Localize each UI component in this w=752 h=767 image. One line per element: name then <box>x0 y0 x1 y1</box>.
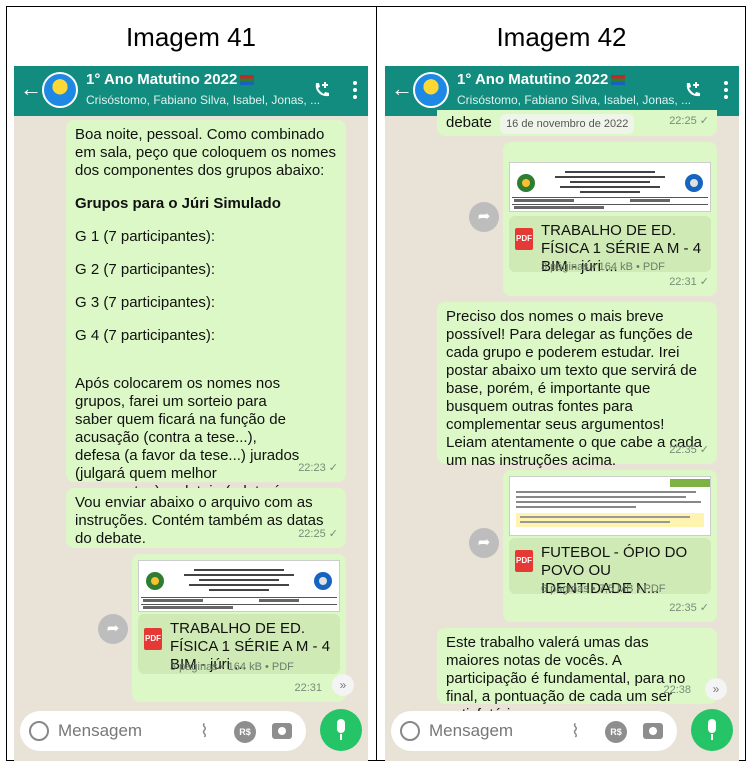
message-time: 22:35 ✓ <box>669 444 709 456</box>
pdf-icon: PDF <box>515 228 533 250</box>
share-icon[interactable]: ➦ <box>469 202 499 232</box>
message-bubble[interactable]: Boa noite, pessoal. Como combinado em sa… <box>66 120 346 518</box>
group-line: G 3 (7 participantes): <box>75 294 216 311</box>
share-icon[interactable]: ➦ <box>98 614 128 644</box>
chat-subtitle[interactable]: Crisóstomo, Fabiano Silva, Isabel, Jonas… <box>457 93 691 107</box>
emoji-icon[interactable] <box>29 721 49 741</box>
document-bubble[interactable]: PDF TRABALHO DE ED. FÍSICA 1 SÉRIE A M -… <box>503 142 717 296</box>
message-time: 22:38 <box>663 684 691 696</box>
share-icon[interactable]: ➦ <box>469 528 499 558</box>
group-line: G 2 (7 participantes): <box>75 261 216 278</box>
document-row[interactable]: PDF TRABALHO DE ED. FÍSICA 1 SÉRIE A M -… <box>138 614 340 674</box>
paperclip-icon[interactable]: ⌇ <box>571 721 580 742</box>
group-avatar[interactable] <box>42 72 78 108</box>
document-meta: 3 páginas • 164 kB • PDF <box>170 661 294 673</box>
back-arrow-icon[interactable]: ← <box>391 78 413 100</box>
add-call-icon[interactable] <box>683 80 703 100</box>
chat-title[interactable]: 1° Ano Matutino 2022 <box>86 71 255 88</box>
emoji-icon[interactable] <box>400 721 420 741</box>
message-time: 22:25 ✓ <box>298 528 338 540</box>
back-arrow-icon[interactable]: ← <box>20 78 42 100</box>
document-row[interactable]: PDF TRABALHO DE ED. FÍSICA 1 SÉRIE A M -… <box>509 216 711 275</box>
chat-screen-left: ← 1° Ano Matutino 2022 Crisóstomo, Fabia… <box>14 66 368 761</box>
document-meta: 3 páginas • 164 kB • PDF <box>541 261 665 273</box>
message-bubble[interactable]: Este trabalho valerá umas das maiores no… <box>437 628 717 723</box>
message-bubble[interactable]: Preciso dos nomes o mais breve possível!… <box>437 302 717 469</box>
chat-header: ← 1° Ano Matutino 2022 Crisóstomo, Fabia… <box>14 66 368 116</box>
chat-subtitle[interactable]: Crisóstomo, Fabiano Silva, Isabel, Jonas… <box>86 93 320 107</box>
pdf-icon: PDF <box>144 628 162 650</box>
camera-icon[interactable] <box>643 723 663 739</box>
figure-divider <box>376 6 377 761</box>
message-bubble[interactable]: Vou enviar abaixo o arquivo com as instr… <box>66 488 346 548</box>
message-time: 22:31 <box>294 682 322 694</box>
add-call-icon[interactable] <box>312 80 332 100</box>
chevron-double-down-icon[interactable]: » <box>705 678 727 700</box>
message-input[interactable]: Mensagem ⌇ R$ <box>391 711 677 751</box>
document-meta: 6 páginas • 7,5 MB • PDF <box>541 583 666 595</box>
mic-button[interactable] <box>320 709 362 751</box>
chevron-double-down-icon[interactable]: » <box>332 674 354 696</box>
caption-left: Imagem 41 <box>125 22 257 52</box>
books-emoji-icon <box>611 75 626 86</box>
more-vert-icon[interactable] <box>723 80 729 100</box>
message-input-bar: Mensagem ⌇ R$ <box>14 703 368 761</box>
chat-screen-right: ← 1° Ano Matutino 2022 Crisóstomo, Fabia… <box>385 66 739 761</box>
document-bubble[interactable]: PDF FUTEBOL - ÓPIO DO POVO OU IDENTIDADE… <box>503 470 717 622</box>
message-time: 22:31 ✓ <box>669 276 709 288</box>
message-text: debate <box>446 114 492 131</box>
books-emoji-icon <box>240 75 255 86</box>
rs-payment-icon[interactable]: R$ <box>605 721 627 743</box>
group-line: G 1 (7 participantes): <box>75 228 216 245</box>
message-bubble[interactable]: debate 16 de novembro de 2022 22:25 ✓ <box>437 110 717 136</box>
group-avatar[interactable] <box>413 72 449 108</box>
message-placeholder[interactable]: Mensagem <box>58 721 142 741</box>
document-bubble[interactable]: PDF TRABALHO DE ED. FÍSICA 1 SÉRIE A M -… <box>132 554 346 702</box>
message-time: 22:25 ✓ <box>669 115 709 127</box>
more-vert-icon[interactable] <box>352 80 358 100</box>
group-line: G 4 (7 participantes): <box>75 327 216 344</box>
message-time: 22:35 ✓ <box>669 602 709 614</box>
chat-title[interactable]: 1° Ano Matutino 2022 <box>457 71 626 88</box>
caption-right: Imagem 42 <box>496 22 627 52</box>
message-placeholder[interactable]: Mensagem <box>429 721 513 741</box>
document-thumbnail[interactable] <box>509 162 711 212</box>
date-chip: 16 de novembro de 2022 <box>500 114 635 134</box>
paperclip-icon[interactable]: ⌇ <box>200 721 209 742</box>
rs-payment-icon[interactable]: R$ <box>234 721 256 743</box>
message-input-bar: Mensagem ⌇ R$ <box>385 703 739 761</box>
document-thumbnail[interactable] <box>138 560 340 612</box>
document-row[interactable]: PDF FUTEBOL - ÓPIO DO POVO OU IDENTIDADE… <box>509 538 711 597</box>
document-thumbnail[interactable] <box>509 476 711 536</box>
camera-icon[interactable] <box>272 723 292 739</box>
message-input[interactable]: Mensagem ⌇ R$ <box>20 711 306 751</box>
message-text: Boa noite, pessoal. Como combinado em sa… <box>75 126 336 179</box>
message-time: 22:23 ✓ <box>298 462 338 474</box>
message-heading: Grupos para o Júri Simulado <box>75 195 281 212</box>
mic-button[interactable] <box>691 709 733 751</box>
pdf-icon: PDF <box>515 550 533 572</box>
chat-header: ← 1° Ano Matutino 2022 Crisóstomo, Fabia… <box>385 66 739 116</box>
